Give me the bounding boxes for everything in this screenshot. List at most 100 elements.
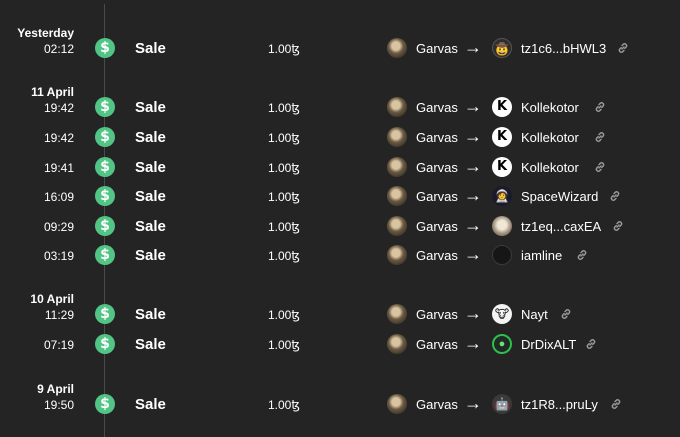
right-arrow-icon: → xyxy=(464,96,482,116)
activity-row: 09:29 $ Sale 1.00ꜩ Garvas → tz1eq...caxE… xyxy=(0,212,680,242)
price: 1.00ꜩ xyxy=(268,308,300,322)
buyer-name[interactable]: DrDixALT xyxy=(521,337,576,353)
kollekotor-avatar[interactable]: K xyxy=(492,157,512,177)
event-type: Sale xyxy=(135,306,166,323)
right-arrow-icon: → xyxy=(464,185,482,205)
right-arrow-icon: → xyxy=(464,215,482,235)
price: 1.00ꜩ xyxy=(268,161,300,175)
link-icon[interactable] xyxy=(610,398,622,410)
buyer-name[interactable]: iamline xyxy=(521,248,562,264)
time-label: 19:41 xyxy=(43,161,74,175)
seller-name[interactable]: Garvas xyxy=(416,160,458,176)
seller-name[interactable]: Garvas xyxy=(416,100,458,116)
link-icon[interactable] xyxy=(585,338,597,350)
activity-row: 02:12 $ Sale 1.00ꜩ Garvas → 🤠 tz1c6...bH… xyxy=(0,34,680,64)
seller-name[interactable]: Garvas xyxy=(416,248,458,264)
price: 1.00ꜩ xyxy=(268,131,300,145)
dollar-icon: $ xyxy=(95,216,115,236)
activity-row: 19:41 $ Sale 1.00ꜩ Garvas → K Kollekotor xyxy=(0,153,680,183)
seller-name[interactable]: Garvas xyxy=(416,189,458,205)
time-label: 07:19 xyxy=(43,338,74,352)
nayt-avatar[interactable]: 🐮 xyxy=(492,304,512,324)
price: 1.00ꜩ xyxy=(268,42,300,56)
event-type: Sale xyxy=(135,396,166,413)
wizard-avatar[interactable]: 🧑‍🚀 xyxy=(492,186,512,206)
link-icon[interactable] xyxy=(576,249,588,261)
time-label: 11:29 xyxy=(44,308,74,322)
seller-avatar[interactable] xyxy=(387,157,407,177)
seller-avatar[interactable] xyxy=(387,245,407,265)
dollar-icon: $ xyxy=(95,186,115,206)
seller-name[interactable]: Garvas xyxy=(416,337,458,353)
time-label: 03:19 xyxy=(43,249,74,263)
right-arrow-icon: → xyxy=(464,37,482,57)
buyer-name[interactable]: Kollekotor xyxy=(521,160,579,176)
seller-name[interactable]: Garvas xyxy=(416,219,458,235)
event-type: Sale xyxy=(135,159,166,176)
cowboy-avatar[interactable]: 🤠 xyxy=(492,38,512,58)
seller-avatar[interactable] xyxy=(387,38,407,58)
right-arrow-icon: → xyxy=(464,333,482,353)
time-label: 19:42 xyxy=(43,131,74,145)
price: 1.00ꜩ xyxy=(268,101,300,115)
seller-avatar[interactable] xyxy=(387,334,407,354)
activity-row: 03:19 $ Sale 1.00ꜩ Garvas → iamline xyxy=(0,241,680,271)
seller-name[interactable]: Garvas xyxy=(416,307,458,323)
portrait-avatar[interactable] xyxy=(492,216,512,236)
event-type: Sale xyxy=(135,40,166,57)
right-arrow-icon: → xyxy=(464,303,482,323)
event-type: Sale xyxy=(135,336,166,353)
time-label: 19:42 xyxy=(43,101,74,115)
link-icon[interactable] xyxy=(617,42,629,54)
dollar-icon: $ xyxy=(95,304,115,324)
link-icon[interactable] xyxy=(609,190,621,202)
drdix-avatar[interactable]: ● xyxy=(492,334,512,354)
event-type: Sale xyxy=(135,218,166,235)
activity-row: 16:09 $ Sale 1.00ꜩ Garvas → 🧑‍🚀 SpaceWiz… xyxy=(0,182,680,212)
seller-avatar[interactable] xyxy=(387,216,407,236)
price: 1.00ꜩ xyxy=(268,338,300,352)
time-label: 02:12 xyxy=(43,42,74,56)
right-arrow-icon: → xyxy=(464,126,482,146)
activity-row: 19:42 $ Sale 1.00ꜩ Garvas → K Kollekotor xyxy=(0,93,680,123)
price: 1.00ꜩ xyxy=(268,190,300,204)
seller-name[interactable]: Garvas xyxy=(416,397,458,413)
activity-row: 19:42 $ Sale 1.00ꜩ Garvas → K Kollekotor xyxy=(0,123,680,153)
event-type: Sale xyxy=(135,247,166,264)
right-arrow-icon: → xyxy=(464,393,482,413)
seller-avatar[interactable] xyxy=(387,304,407,324)
link-icon[interactable] xyxy=(560,308,572,320)
buyer-name[interactable]: Nayt xyxy=(521,307,548,323)
robot-avatar[interactable]: 🤖 xyxy=(492,394,512,414)
buyer-name[interactable]: SpaceWizard xyxy=(521,189,598,205)
seller-avatar[interactable] xyxy=(387,186,407,206)
price: 1.00ꜩ xyxy=(268,220,300,234)
buyer-name[interactable]: Kollekotor xyxy=(521,130,579,146)
kollekotor-avatar[interactable]: K xyxy=(492,127,512,147)
empty-avatar[interactable] xyxy=(492,245,512,265)
seller-avatar[interactable] xyxy=(387,97,407,117)
dollar-icon: $ xyxy=(95,245,115,265)
right-arrow-icon: → xyxy=(464,244,482,264)
dollar-icon: $ xyxy=(95,38,115,58)
kollekotor-avatar[interactable]: K xyxy=(492,97,512,117)
buyer-name[interactable]: tz1c6...bHWL3 xyxy=(521,41,606,57)
dollar-icon: $ xyxy=(95,394,115,414)
activity-row: 11:29 $ Sale 1.00ꜩ Garvas → 🐮 Nayt xyxy=(0,300,680,330)
buyer-name[interactable]: tz1eq...caxEA xyxy=(521,219,601,235)
seller-avatar[interactable] xyxy=(387,394,407,414)
seller-name[interactable]: Garvas xyxy=(416,41,458,57)
right-arrow-icon: → xyxy=(464,156,482,176)
dollar-icon: $ xyxy=(95,334,115,354)
buyer-name[interactable]: Kollekotor xyxy=(521,100,579,116)
link-icon[interactable] xyxy=(594,101,606,113)
buyer-name[interactable]: tz1R8...pruLy xyxy=(521,397,598,413)
seller-name[interactable]: Garvas xyxy=(416,130,458,146)
link-icon[interactable] xyxy=(594,131,606,143)
seller-avatar[interactable] xyxy=(387,127,407,147)
event-type: Sale xyxy=(135,129,166,146)
link-icon[interactable] xyxy=(594,161,606,173)
event-type: Sale xyxy=(135,188,166,205)
link-icon[interactable] xyxy=(612,220,624,232)
activity-row: 19:50 $ Sale 1.00ꜩ Garvas → 🤖 tz1R8...pr… xyxy=(0,390,680,420)
